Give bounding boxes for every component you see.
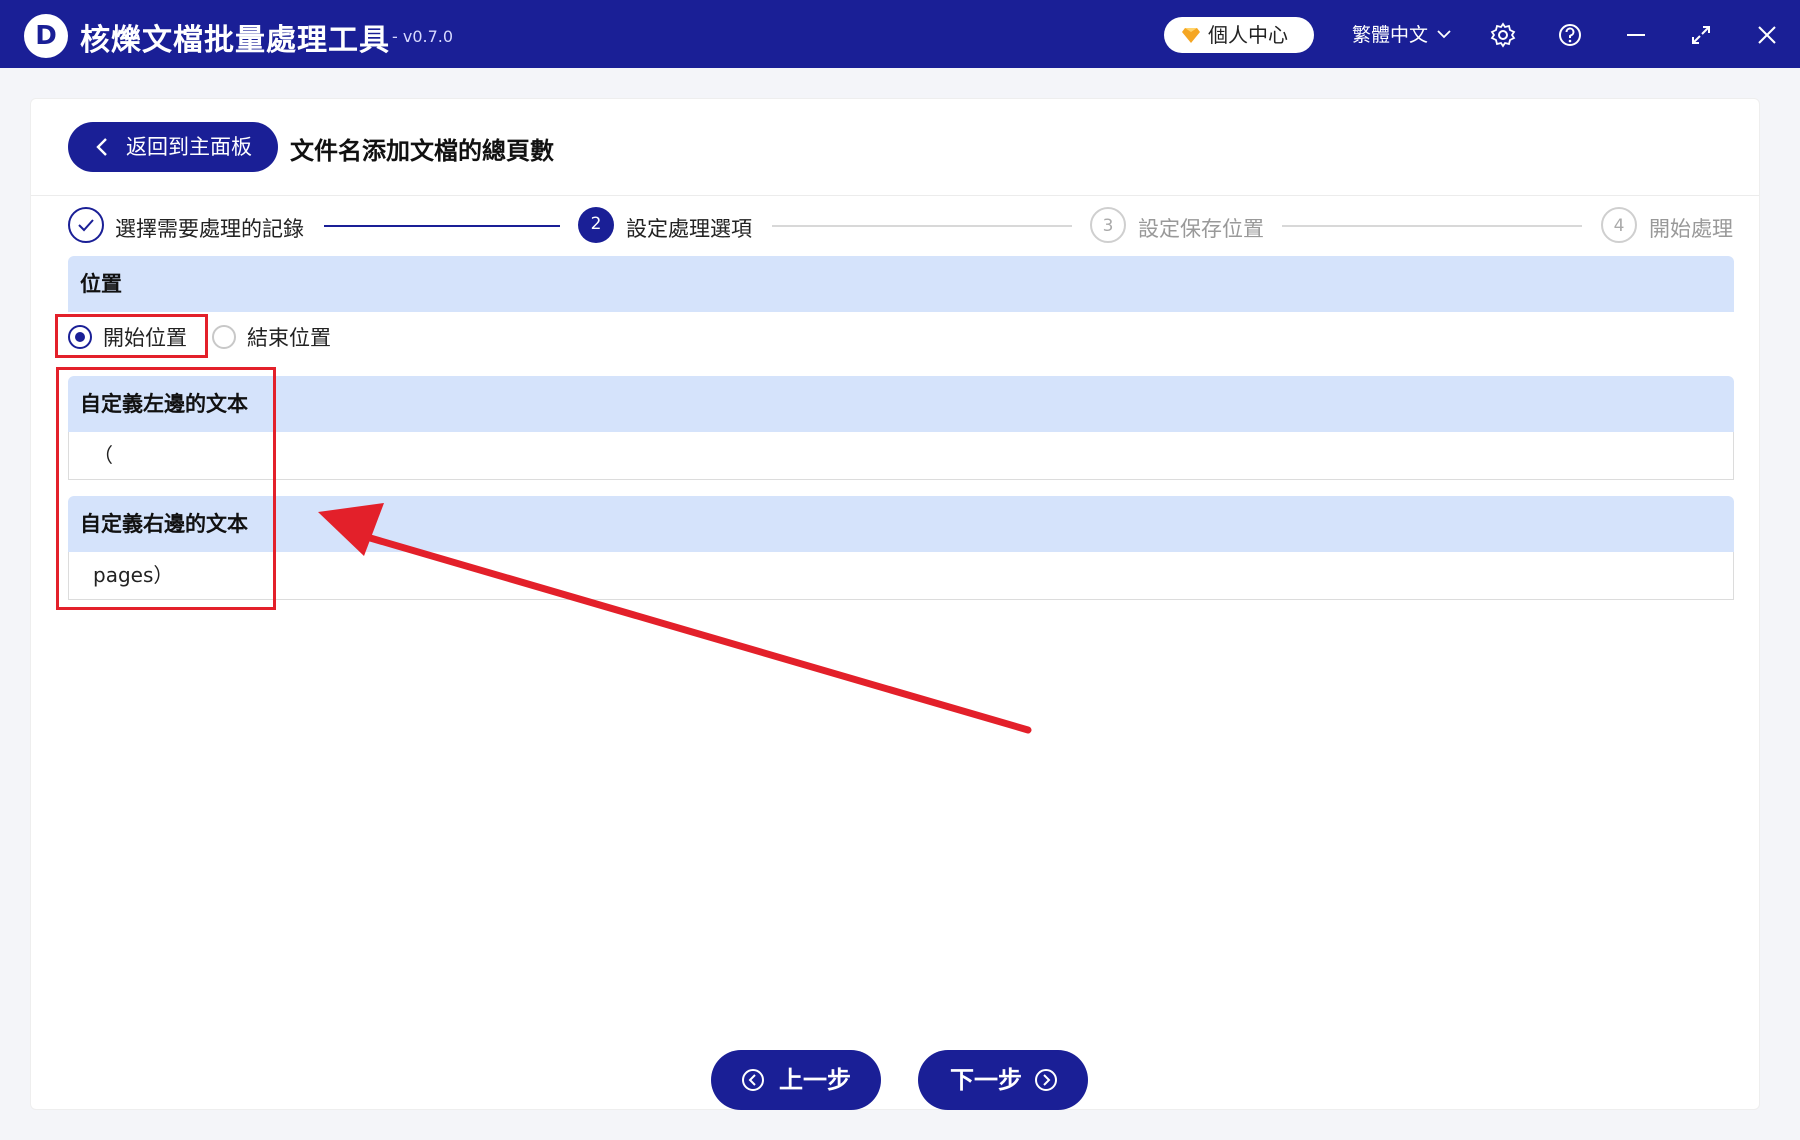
previous-step-label: 上一步	[779, 1066, 851, 1094]
next-step-label: 下一步	[950, 1066, 1022, 1094]
annotation-arrow	[318, 503, 1032, 734]
next-step-button[interactable]: 下一步	[918, 1050, 1088, 1110]
chevron-right-circle-icon	[1035, 1069, 1057, 1091]
chevron-left-circle-icon	[742, 1069, 764, 1091]
previous-step-button[interactable]: 上一步	[711, 1050, 881, 1110]
